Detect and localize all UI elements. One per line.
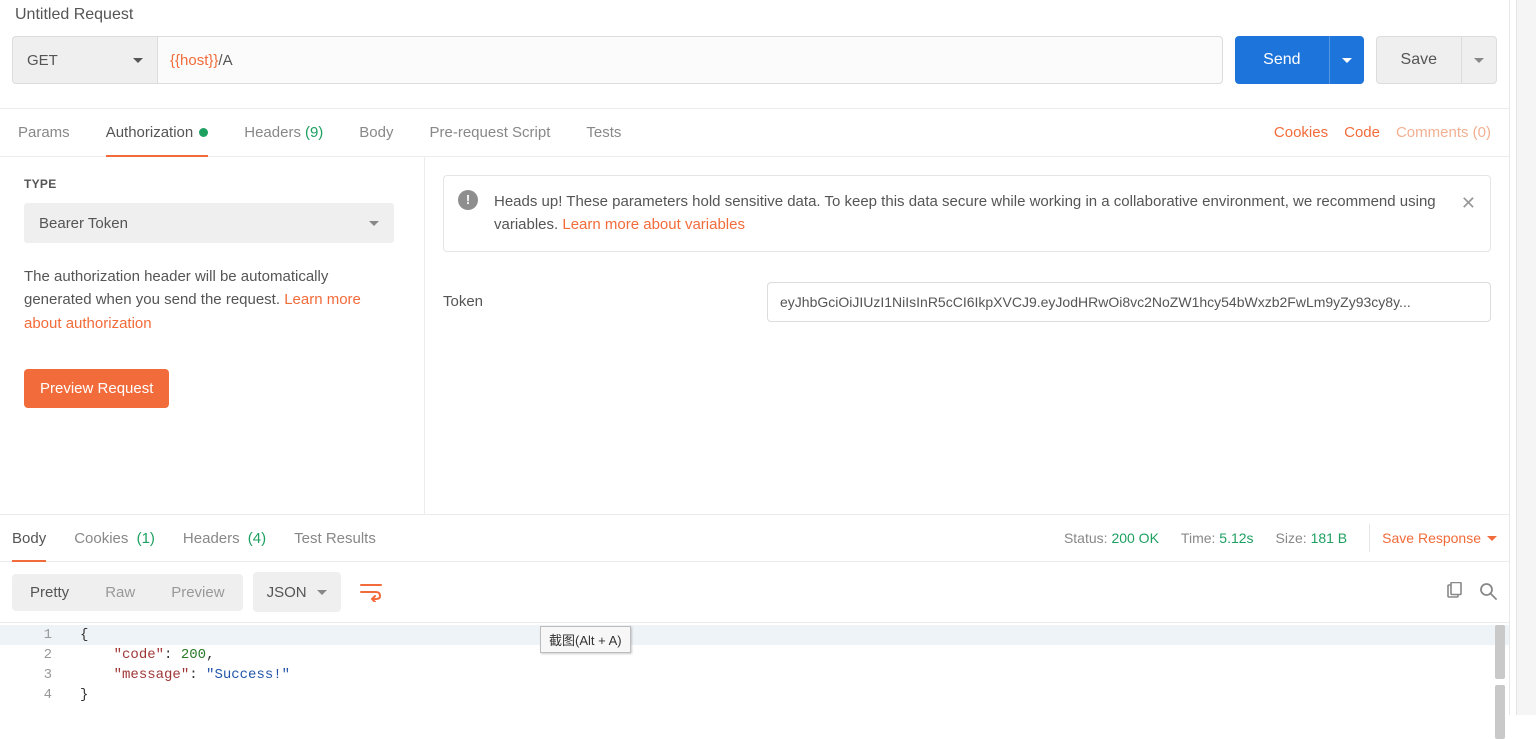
tab-tests[interactable]: Tests <box>586 109 621 156</box>
tab-headers[interactable]: Headers(9) <box>244 109 323 156</box>
send-dropdown[interactable] <box>1329 36 1364 84</box>
resp-tab-test-results[interactable]: Test Results <box>294 515 376 561</box>
tab-body[interactable]: Body <box>359 109 393 156</box>
size-value: 181 B <box>1311 530 1348 546</box>
view-mode-group: Pretty Raw Preview <box>12 574 243 611</box>
tab-params[interactable]: Params <box>18 109 70 156</box>
format-select[interactable]: JSON <box>253 572 341 612</box>
auth-note: The authorization header will be automat… <box>24 265 394 335</box>
auth-left-panel: TYPE Bearer Token The authorization head… <box>0 157 425 514</box>
resp-tab-headers[interactable]: Headers (4) <box>183 515 266 561</box>
preview-request-button[interactable]: Preview Request <box>24 369 169 408</box>
resp-tab-body[interactable]: Body <box>12 515 46 561</box>
chevron-down-icon <box>1474 58 1484 63</box>
comments-link[interactable]: Comments (0) <box>1396 124 1491 141</box>
wrap-icon <box>360 582 382 602</box>
code-scroll-thumb-top[interactable] <box>1495 625 1505 679</box>
close-icon[interactable]: ✕ <box>1461 190 1476 218</box>
send-button-label: Send <box>1235 36 1328 84</box>
status-value: 200 OK <box>1111 530 1158 546</box>
view-preview[interactable]: Preview <box>153 574 242 611</box>
auth-type-value: Bearer Token <box>39 215 128 232</box>
auth-right-panel: ! Heads up! These parameters hold sensit… <box>425 157 1509 514</box>
chevron-down-icon <box>317 590 327 595</box>
chevron-down-icon <box>369 221 379 226</box>
response-toolbar: Pretty Raw Preview JSON <box>0 562 1509 623</box>
chevron-down-icon <box>133 58 143 63</box>
tab-prerequest[interactable]: Pre-request Script <box>430 109 551 156</box>
url-input[interactable]: {{host}}/A <box>157 36 1223 84</box>
save-dropdown[interactable] <box>1461 37 1496 83</box>
send-button[interactable]: Send <box>1235 36 1363 84</box>
http-method-value: GET <box>27 52 58 69</box>
cookies-link[interactable]: Cookies <box>1274 124 1328 141</box>
url-path: /A <box>218 52 232 69</box>
save-button-label: Save <box>1377 37 1461 83</box>
request-right-links: Cookies Code Comments (0) <box>1274 124 1491 141</box>
url-variable: {{host}} <box>170 52 218 69</box>
tab-authorization[interactable]: Authorization <box>106 109 209 156</box>
copy-icon[interactable] <box>1445 582 1463 603</box>
response-body-code[interactable]: 1 { 2 "code": 200, 3 "message": "Success… <box>0 623 1509 715</box>
time-value: 5.12s <box>1219 530 1253 546</box>
chevron-down-icon <box>1487 536 1497 541</box>
response-status: Status: 200 OK Time: 5.12s Size: 181 B S… <box>1064 524 1497 552</box>
sensitive-data-alert: ! Heads up! These parameters hold sensit… <box>443 175 1491 252</box>
token-input[interactable]: eyJhbGciOiJIUzI1NiIsInR5cCI6IkpXVCJ9.eyJ… <box>767 282 1491 322</box>
token-label: Token <box>443 293 743 310</box>
code-scroll-thumb-bottom[interactable] <box>1495 685 1505 739</box>
wrap-lines-button[interactable] <box>351 572 391 612</box>
chevron-down-icon <box>1342 58 1352 63</box>
http-method-select[interactable]: GET <box>12 36 157 84</box>
request-row: GET {{host}}/A Send Save <box>0 36 1509 109</box>
active-indicator-icon <box>199 128 208 137</box>
code-link[interactable]: Code <box>1344 124 1380 141</box>
save-button[interactable]: Save <box>1376 36 1497 84</box>
outer-scrollbar[interactable] <box>1516 0 1536 715</box>
authorization-panel: TYPE Bearer Token The authorization head… <box>0 157 1509 514</box>
view-pretty[interactable]: Pretty <box>12 574 87 611</box>
request-tabs: Params Authorization Headers(9) Body Pre… <box>0 109 1509 157</box>
learn-more-variables-link[interactable]: Learn more about variables <box>562 216 745 233</box>
auth-type-select[interactable]: Bearer Token <box>24 203 394 243</box>
request-title: Untitled Request <box>0 0 1509 36</box>
screenshot-tooltip: 截图(Alt + A) <box>540 626 631 653</box>
info-icon: ! <box>458 190 478 210</box>
response-tabs: Body Cookies (1) Headers (4) Test Result… <box>0 514 1509 562</box>
save-response-button[interactable]: Save Response <box>1369 524 1497 552</box>
search-icon[interactable] <box>1479 582 1497 603</box>
view-raw[interactable]: Raw <box>87 574 153 611</box>
resp-tab-cookies[interactable]: Cookies (1) <box>74 515 155 561</box>
auth-type-label: TYPE <box>24 177 400 191</box>
token-row: Token eyJhbGciOiJIUzI1NiIsInR5cCI6IkpXVC… <box>443 282 1491 322</box>
